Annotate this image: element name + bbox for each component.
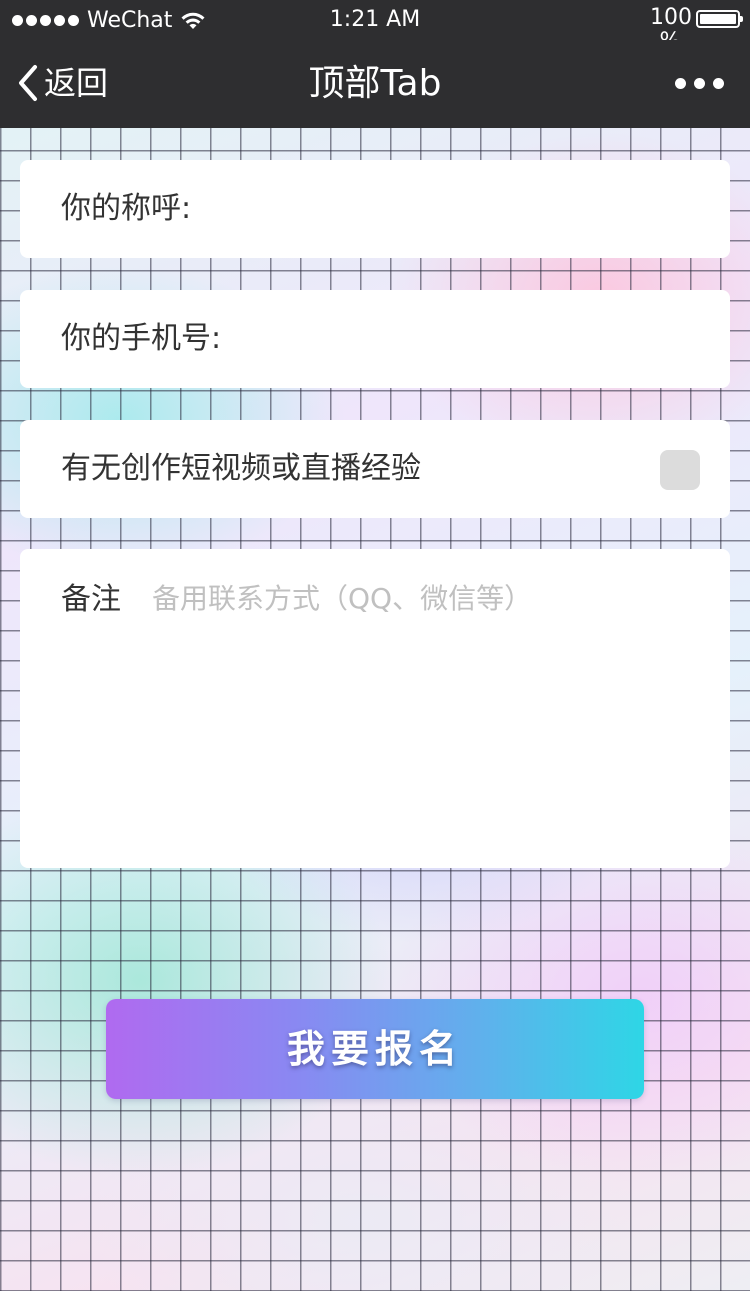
signup-button[interactable]: 我要报名 xyxy=(106,999,644,1099)
phone-input[interactable] xyxy=(260,312,704,368)
notes-card: 备注 xyxy=(20,549,730,868)
status-bar: WeChat 1:21 AM 100 % xyxy=(0,0,750,54)
experience-row: 有无创作短视频或直播经验 xyxy=(20,420,730,518)
navigation-bar: 返回 顶部Tab xyxy=(0,40,750,128)
notes-textarea[interactable] xyxy=(150,575,714,849)
battery-icon xyxy=(696,10,743,28)
status-time: 1:21 AM xyxy=(329,7,421,32)
phone-label: 你的手机号: xyxy=(61,321,222,356)
phone-row: 你的手机号: xyxy=(20,290,730,388)
page-title: 顶部Tab xyxy=(308,63,442,104)
screen: WeChat 1:21 AM 100 % 返回 顶部Tab 你的称呼: xyxy=(0,0,750,1291)
more-icon[interactable] xyxy=(675,78,724,89)
experience-checkbox[interactable] xyxy=(660,450,700,490)
notes-label: 备注 xyxy=(61,582,121,617)
name-row: 你的称呼: xyxy=(20,160,730,258)
experience-label: 有无创作短视频或直播经验 xyxy=(61,451,421,486)
name-label: 你的称呼: xyxy=(61,191,192,226)
name-input[interactable] xyxy=(230,182,704,238)
